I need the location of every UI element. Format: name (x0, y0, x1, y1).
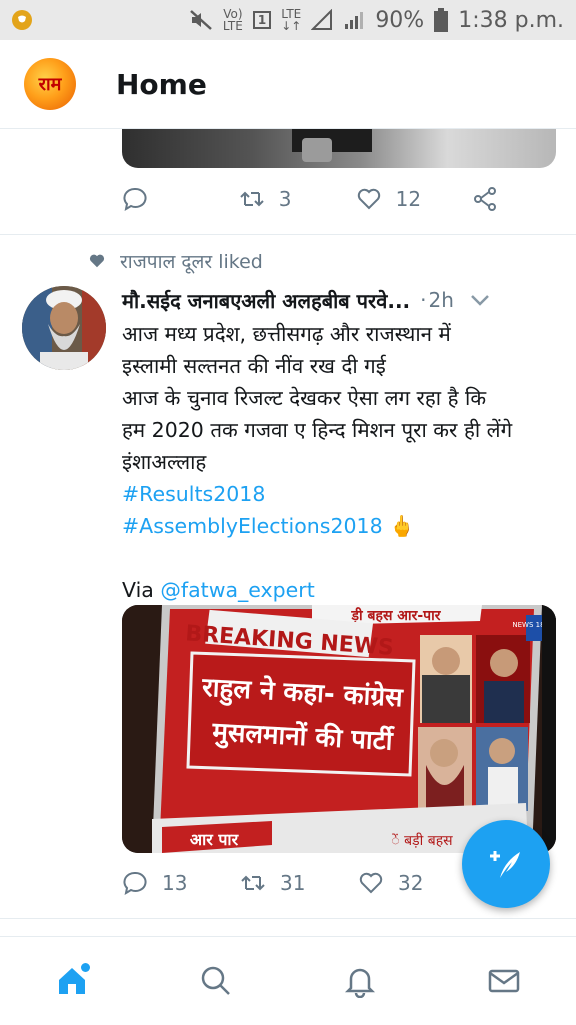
like-button[interactable]: 32 (358, 870, 476, 896)
volte-indicator: Vo) LTE (222, 7, 243, 33)
heart-icon (359, 872, 383, 894)
reply-button[interactable] (122, 186, 239, 212)
status-bar: Vo) LTE 1 LTE ↓↑ 90% 1:38 p.m. (0, 0, 576, 40)
tweet-timestamp: 2h (428, 288, 454, 312)
mute-icon (190, 10, 212, 30)
bottom-navigation (0, 936, 576, 1025)
tweet[interactable]: मौ.सईद जनाबएअली अलहबीब परवे... · 2h आज म… (122, 282, 556, 606)
signal-empty-icon (311, 9, 333, 30)
heart-filled-icon (89, 254, 105, 268)
mail-icon (488, 969, 520, 993)
tweet-actions: 13 31 32 (122, 870, 512, 896)
share-button[interactable] (472, 186, 512, 212)
retweet-button[interactable]: 31 (240, 870, 358, 896)
logo-text: राम (38, 74, 62, 95)
retweet-button[interactable]: 3 (239, 186, 356, 212)
emoji: 🖕 (389, 514, 415, 538)
media-top-banner: ड़ी बहस आर-पार (351, 607, 442, 624)
author-name[interactable]: मौ.सईद जनाबएअली अलहबीब परवे... (122, 287, 410, 314)
heart-icon (357, 188, 380, 210)
social-context: राजपाल दूलर liked (88, 248, 263, 274)
page-title: Home (116, 67, 207, 101)
previous-tweet-media[interactable] (122, 128, 556, 168)
tweet-divider (0, 918, 576, 919)
app-notification-icon (12, 10, 32, 30)
reply-icon (123, 187, 147, 212)
bell-icon (344, 968, 376, 998)
tweet-divider (0, 234, 576, 235)
signal-icon (345, 12, 364, 29)
chevron-down-icon[interactable] (470, 293, 490, 307)
tweet-text: आज मध्य प्रदेश, छत्तीसगढ़ और राजस्थान मे… (122, 322, 513, 602)
like-button[interactable]: 12 (356, 186, 473, 212)
sim-indicator: 1 (252, 11, 272, 29)
new-content-dot (81, 963, 90, 972)
app-header: राम Home (0, 40, 576, 129)
nav-messages[interactable] (474, 951, 534, 1011)
tweet-media-image[interactable]: ड़ी बहस आर-पार BREAKING NEWS राहुल ने कह… (122, 605, 556, 853)
battery-icon (434, 8, 449, 32)
share-icon (474, 187, 497, 211)
nav-search[interactable] (186, 951, 246, 1011)
reply-button[interactable]: 13 (122, 870, 240, 896)
mention-link[interactable]: @fatwa_expert (160, 578, 314, 602)
clock: 1:38 p.m. (458, 7, 564, 33)
compose-feather-icon (490, 851, 520, 878)
timeline[interactable]: 3 12 राजपाल दूलर liked मौ.सईद जनाबएअली अ… (0, 128, 576, 936)
battery-percent: 90% (375, 7, 425, 33)
lte-indicator: LTE ↓↑ (281, 7, 302, 33)
hashtag-link[interactable]: #AssemblyElections2018 (122, 514, 383, 538)
media-footer-left: आर पार (190, 830, 240, 849)
nav-home[interactable] (42, 951, 102, 1011)
avatar[interactable] (22, 286, 106, 370)
nav-notifications[interactable] (330, 951, 390, 1011)
retweet-icon (240, 191, 264, 207)
profile-avatar-button[interactable]: राम (24, 58, 76, 110)
compose-tweet-button[interactable] (462, 820, 550, 908)
previous-tweet-actions: 3 12 (122, 186, 512, 212)
search-icon (201, 966, 230, 995)
tweet-header: मौ.सईद जनाबएअली अलहबीब परवे... · 2h (122, 282, 556, 318)
media-footer-right: ें बड़ी बहस (391, 832, 453, 849)
retweet-icon (241, 875, 265, 891)
hashtag-link[interactable]: #Results2018 (122, 482, 265, 506)
reply-icon (123, 871, 147, 896)
